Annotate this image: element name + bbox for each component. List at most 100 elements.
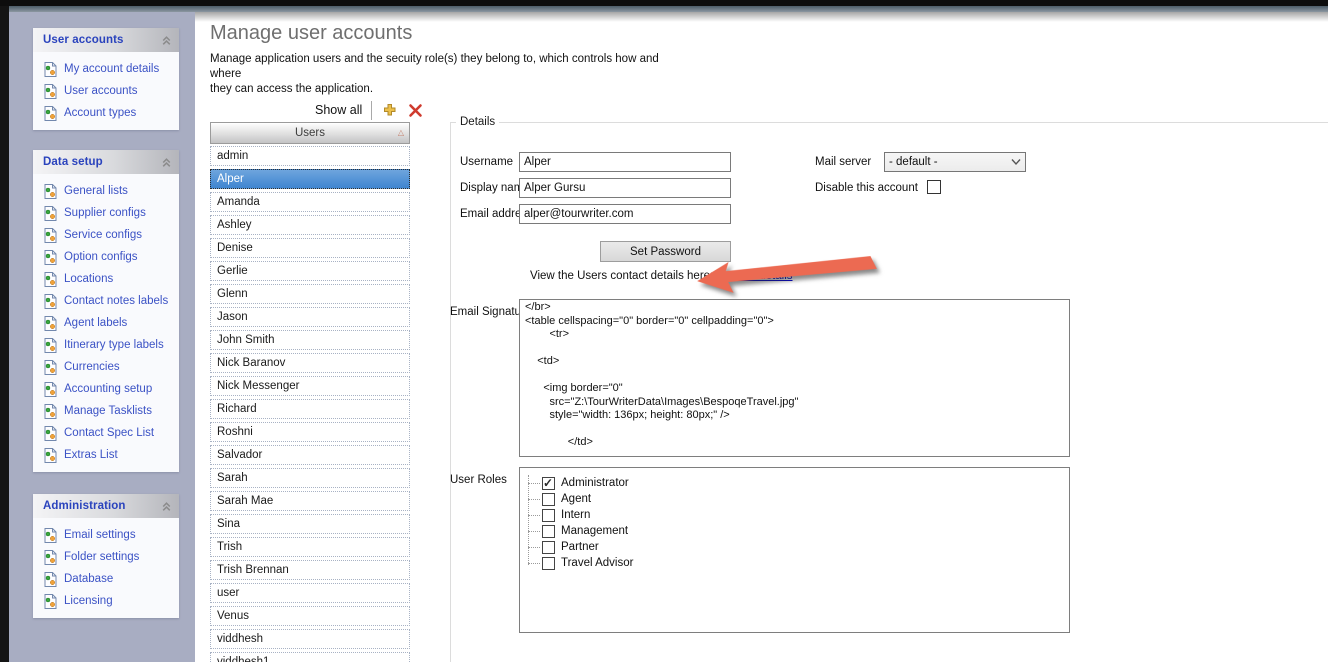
sidebar-item-service-configs[interactable]: Service configs bbox=[33, 224, 179, 246]
sidebar-item-itinerary-type-labels[interactable]: Itinerary type labels bbox=[33, 334, 179, 356]
user-row[interactable]: Trish Brennan bbox=[210, 560, 410, 580]
user-row[interactable]: viddhesh1 bbox=[210, 652, 410, 662]
role-checkbox[interactable] bbox=[542, 541, 555, 554]
document-icon bbox=[44, 206, 57, 221]
user-row[interactable]: Jason bbox=[210, 307, 410, 327]
document-icon bbox=[44, 426, 57, 441]
sidebar-item-agent-labels[interactable]: Agent labels bbox=[33, 312, 179, 334]
tree-stub bbox=[528, 531, 540, 532]
collapse-chevrons-icon[interactable] bbox=[161, 157, 172, 168]
user-row[interactable]: Ashley bbox=[210, 215, 410, 235]
role-label: Travel Advisor bbox=[561, 557, 633, 569]
user-row[interactable]: Sarah Mae bbox=[210, 491, 410, 511]
users-column-header[interactable]: Users △ bbox=[210, 122, 410, 144]
sidebar-item-extras-list[interactable]: Extras List bbox=[33, 444, 179, 466]
document-icon bbox=[44, 594, 57, 609]
sidebar-item-accounting-setup[interactable]: Accounting setup bbox=[33, 378, 179, 400]
sidebar-item-label: Email settings bbox=[64, 529, 136, 541]
sidebar-item-licensing[interactable]: Licensing bbox=[33, 590, 179, 612]
sidebar-header-data-setup[interactable]: Data setup bbox=[33, 150, 179, 174]
sidebar-item-account-types[interactable]: Account types bbox=[33, 102, 179, 124]
role-label: Administrator bbox=[561, 477, 629, 489]
document-icon bbox=[44, 250, 57, 265]
user-row[interactable]: Nick Baranov bbox=[210, 353, 410, 373]
users-list: Users △ admin Alper Amanda Ashley Denise… bbox=[210, 122, 410, 662]
user-row[interactable]: Amanda bbox=[210, 192, 410, 212]
document-icon bbox=[44, 228, 57, 243]
email-address-field[interactable] bbox=[519, 204, 731, 224]
sidebar-item-label: Extras List bbox=[64, 449, 118, 461]
details-group-label: Details bbox=[456, 116, 499, 128]
document-icon bbox=[44, 272, 57, 287]
sidebar-item-user-accounts[interactable]: User accounts bbox=[33, 80, 179, 102]
user-row[interactable]: viddhesh bbox=[210, 629, 410, 649]
sidebar-item-general-lists[interactable]: General lists bbox=[33, 180, 179, 202]
delete-user-button[interactable] bbox=[407, 102, 424, 119]
user-row[interactable]: admin bbox=[210, 146, 410, 166]
collapse-chevrons-icon[interactable] bbox=[161, 501, 172, 512]
main-content: Manage user accounts Manage application … bbox=[195, 12, 1328, 662]
user-row[interactable]: Salvador bbox=[210, 445, 410, 465]
sidebar-section-title: User accounts bbox=[43, 34, 161, 46]
sidebar-item-label: Account types bbox=[64, 107, 136, 119]
sidebar-panel-user-accounts: User accounts My account details User ac… bbox=[33, 28, 179, 130]
users-toolbar: Show all bbox=[315, 99, 424, 121]
user-row[interactable]: Gerlie bbox=[210, 261, 410, 281]
x-icon bbox=[408, 103, 423, 118]
display-name-field[interactable] bbox=[519, 178, 731, 198]
contact-details-link[interactable]: Contact details bbox=[716, 270, 792, 282]
role-checkbox[interactable] bbox=[542, 493, 555, 506]
sidebar-item-contact-notes-labels[interactable]: Contact notes labels bbox=[33, 290, 179, 312]
sidebar-header-user-accounts[interactable]: User accounts bbox=[33, 28, 179, 52]
sidebar-item-manage-tasklists[interactable]: Manage Tasklists bbox=[33, 400, 179, 422]
user-row[interactable]: user bbox=[210, 583, 410, 603]
user-row[interactable]: Alper bbox=[210, 169, 410, 189]
email-signature-field[interactable]: </br> <table cellspacing="0" border="0" … bbox=[519, 299, 1070, 457]
sidebar-item-database[interactable]: Database bbox=[33, 568, 179, 590]
sidebar-item-label: Agent labels bbox=[64, 317, 127, 329]
sidebar-item-locations[interactable]: Locations bbox=[33, 268, 179, 290]
role-checkbox[interactable] bbox=[542, 477, 555, 490]
user-row[interactable]: Trish bbox=[210, 537, 410, 557]
mail-server-dropdown[interactable]: - default - bbox=[884, 152, 1026, 172]
username-field[interactable] bbox=[519, 152, 731, 172]
role-label: Partner bbox=[561, 541, 599, 553]
user-row[interactable]: Nick Messenger bbox=[210, 376, 410, 396]
set-password-button[interactable]: Set Password bbox=[600, 241, 731, 262]
role-checkbox[interactable] bbox=[542, 525, 555, 538]
user-roles-box: Administrator Agent Intern Management Pa… bbox=[519, 467, 1070, 633]
tree-stub bbox=[528, 547, 540, 548]
user-row[interactable]: Venus bbox=[210, 606, 410, 626]
users-rows: admin Alper Amanda Ashley Denise Gerlie … bbox=[210, 146, 410, 662]
sidebar-item-supplier-configs[interactable]: Supplier configs bbox=[33, 202, 179, 224]
user-row[interactable]: Sina bbox=[210, 514, 410, 534]
sidebar-header-administration[interactable]: Administration bbox=[33, 494, 179, 518]
show-all-button[interactable]: Show all bbox=[315, 103, 362, 117]
disable-account-checkbox[interactable] bbox=[927, 180, 941, 194]
user-row[interactable]: Roshni bbox=[210, 422, 410, 442]
collapse-chevrons-icon[interactable] bbox=[161, 35, 172, 46]
role-label: Agent bbox=[561, 493, 591, 505]
sidebar-item-label: My account details bbox=[64, 63, 159, 75]
sidebar-item-folder-settings[interactable]: Folder settings bbox=[33, 546, 179, 568]
tree-stub bbox=[528, 483, 540, 484]
page-description: Manage application users and the secuity… bbox=[210, 52, 690, 97]
sidebar-item-option-configs[interactable]: Option configs bbox=[33, 246, 179, 268]
role-checkbox[interactable] bbox=[542, 509, 555, 522]
user-row[interactable]: Glenn bbox=[210, 284, 410, 304]
role-checkbox[interactable] bbox=[542, 557, 555, 570]
user-row[interactable]: John Smith bbox=[210, 330, 410, 350]
user-row[interactable]: Denise bbox=[210, 238, 410, 258]
sidebar-section-title: Data setup bbox=[43, 156, 161, 168]
document-icon bbox=[44, 184, 57, 199]
add-user-button[interactable] bbox=[381, 102, 398, 119]
document-icon bbox=[44, 294, 57, 309]
toolbar-separator bbox=[371, 101, 372, 120]
user-row[interactable]: Richard bbox=[210, 399, 410, 419]
sidebar-item-email-settings[interactable]: Email settings bbox=[33, 524, 179, 546]
sidebar-item-currencies[interactable]: Currencies bbox=[33, 356, 179, 378]
sidebar-item-my-account-details[interactable]: My account details bbox=[33, 58, 179, 80]
user-row[interactable]: Sarah bbox=[210, 468, 410, 488]
sidebar-item-label: Currencies bbox=[64, 361, 120, 373]
sidebar-item-contact-spec-list[interactable]: Contact Spec List bbox=[33, 422, 179, 444]
